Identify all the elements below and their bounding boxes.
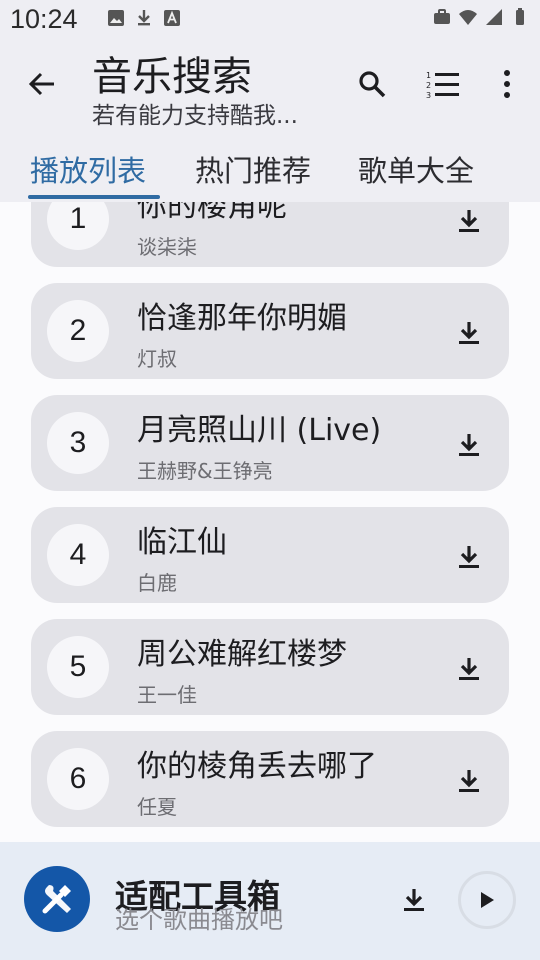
play-button[interactable] [458,871,516,929]
song-title: 你的楼角呢 [137,202,287,224]
tab-playlist[interactable]: 播放列表 [30,148,146,190]
song-download-button[interactable] [451,539,487,575]
song-number: 4 [47,524,109,586]
song-card[interactable]: 6 你的棱角丢去哪了 任夏 [31,731,509,827]
song-number: 1 [47,202,109,250]
song-download-button[interactable] [451,203,487,239]
status-icons-left [106,8,182,28]
download-icon [459,322,479,344]
song-title: 你的棱角丢去哪了 [137,749,377,784]
numbered-list-icon: 123 [426,71,459,99]
song-number: 5 [47,636,109,698]
signal-icon [486,9,502,25]
app-bar: 音乐搜索 若有能力支持酷我... 123 [0,40,540,130]
page-title: 音乐搜索 [92,54,252,100]
more-options-button[interactable] [487,64,527,104]
more-vert-icon [504,70,510,98]
svg-text:1: 1 [426,71,431,80]
page-subtitle: 若有能力支持酷我... [92,103,298,129]
song-card[interactable]: 5 周公难解红楼梦 王一佳 [31,619,509,715]
download-icon [459,658,479,680]
arrow-back-icon [28,72,54,96]
player-download-button[interactable] [396,882,432,918]
song-card[interactable]: 3 月亮照山川 (Live) 王赫野&王铮亮 [31,395,509,491]
song-download-button[interactable] [451,651,487,687]
song-download-button[interactable] [451,763,487,799]
tab-hot-recommend[interactable]: 热门推荐 [195,148,311,190]
playlist-button[interactable]: 123 [423,64,463,104]
player-subtitle: 选个歌曲播放吧 [115,906,283,934]
song-artist: 任夏 [137,795,177,819]
song-artist: 白鹿 [137,571,177,595]
svg-text:2: 2 [426,81,431,90]
song-list[interactable]: 1 你的楼角呢 谈柒柒 2 恰逢那年你明媚 灯叔 3 月亮照山川 (Live) … [0,202,540,842]
app-logo [24,866,90,932]
tab-playlists-collection[interactable]: 歌单大全 [358,148,474,190]
song-artist: 谈柒柒 [137,235,197,259]
status-bar: 10:24 [0,0,540,40]
song-artist: 灯叔 [137,347,177,371]
song-title: 月亮照山川 (Live) [137,413,382,448]
briefcase-icon [434,9,450,24]
download-icon [459,210,479,232]
song-title: 周公难解红楼梦 [137,637,347,672]
song-artist: 王赫野&王铮亮 [137,459,273,483]
song-download-button[interactable] [451,315,487,351]
play-icon [481,892,494,908]
song-card[interactable]: 4 临江仙 白鹿 [31,507,509,603]
tools-icon [42,885,71,914]
download-icon [459,546,479,568]
mini-player[interactable]: 适配工具箱 选个歌曲播放吧 [0,842,540,960]
song-card[interactable]: 2 恰逢那年你明媚 灯叔 [31,283,509,379]
wifi-icon [459,10,477,25]
battery-icon [516,8,524,25]
status-time: 10:24 [10,4,78,34]
back-button[interactable] [22,62,62,106]
svg-text:3: 3 [426,91,431,99]
song-download-button[interactable] [451,427,487,463]
song-number: 2 [47,300,109,362]
image-icon [108,10,124,26]
download-icon [459,770,479,792]
download-icon [459,434,479,456]
search-icon [359,71,386,98]
font-icon [164,10,180,26]
tab-indicator [28,195,160,199]
download-icon [404,889,424,911]
song-artist: 王一佳 [137,683,197,707]
song-card[interactable]: 1 你的楼角呢 谈柒柒 [31,202,509,267]
tab-bar: 播放列表 热门推荐 歌单大全 [0,130,540,202]
song-number: 3 [47,412,109,474]
status-icons-right [432,7,530,27]
song-number: 6 [47,748,109,810]
song-title: 临江仙 [137,525,227,560]
search-button[interactable] [352,64,392,104]
song-title: 恰逢那年你明媚 [137,301,347,336]
download-icon [138,10,150,26]
